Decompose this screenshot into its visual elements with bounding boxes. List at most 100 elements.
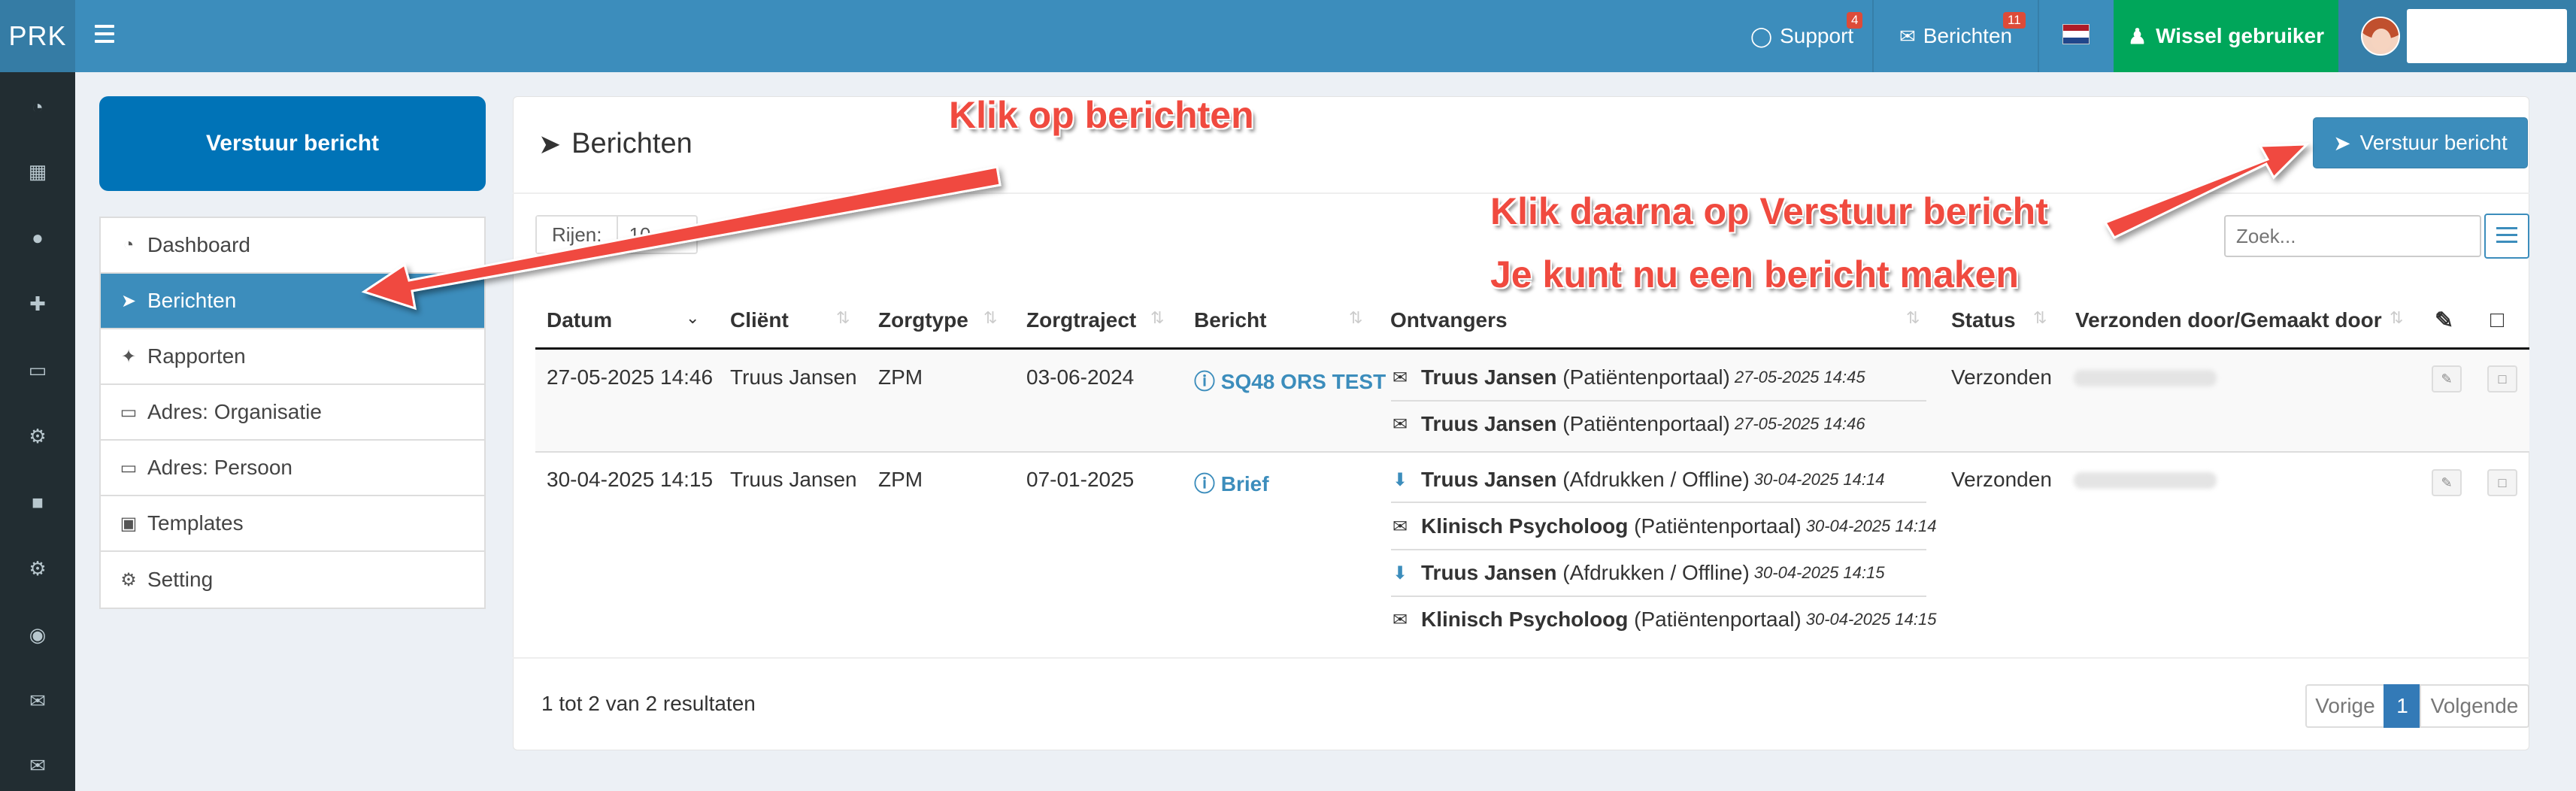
cell-client: Truus Jansen <box>730 365 857 389</box>
col-ontvangers[interactable]: Ontvangers <box>1390 293 1508 347</box>
support-badge: 4 <box>1847 12 1863 29</box>
rows-select[interactable]: 10 <box>618 217 696 253</box>
avatar[interactable] <box>2361 17 2400 56</box>
recipient-channel: (Afdrukken / Offline) <box>1562 561 1750 584</box>
menu-item-setting[interactable]: ⚙ Setting <box>101 552 484 608</box>
book-icon[interactable]: ▭ <box>0 355 75 385</box>
berichten-link[interactable]: ✉ Berichten <box>1899 0 2012 72</box>
berichten-badge: 11 <box>2003 12 2026 29</box>
gear-icon[interactable]: ⚙ <box>0 553 75 583</box>
edit-button[interactable]: ✎ <box>2432 469 2462 496</box>
col-bericht[interactable]: Bericht <box>1194 293 1266 347</box>
berichten-label: Berichten <box>1923 24 2013 47</box>
recipient-name: Klinisch Psycholoog <box>1421 514 1629 538</box>
bericht-link[interactable]: ⓘ Brief <box>1194 468 1269 498</box>
col-datum[interactable]: Datum <box>547 293 612 347</box>
rows-label: Rijen: <box>537 217 619 253</box>
dashboard-icon: ◔ <box>123 235 135 255</box>
annotation-text: Je kunt nu een bericht maken <box>1490 253 2019 295</box>
recipient-divider <box>1391 549 1926 550</box>
navbar-divider <box>1872 0 1874 72</box>
menu-item-adres-persoon[interactable]: ▭ Adres: Persoon <box>101 441 484 496</box>
row-divider <box>535 451 2529 453</box>
sort-icon[interactable]: ⇅ <box>836 308 850 328</box>
menu-item-dashboard[interactable]: ◔ Dashboard <box>101 218 484 274</box>
recipient-name: Truus Jansen <box>1421 468 1557 491</box>
col-verzonden-door[interactable]: Verzonden door/Gemaakt door <box>2075 293 2382 347</box>
sort-icon[interactable]: ⇅ <box>2033 308 2047 328</box>
envelope-icon[interactable]: ✉ <box>0 750 75 780</box>
sort-icon[interactable]: ⇅ <box>1349 308 1362 328</box>
verstuur-bericht-big-button[interactable]: Verstuur bericht <box>99 96 486 191</box>
calendar-icon[interactable]: ▦ <box>0 156 75 186</box>
sort-icon[interactable]: ⇅ <box>983 308 997 328</box>
envelope-icon: ✉ <box>1393 609 1408 630</box>
cell-datum: 30-04-2025 14:15 <box>547 468 714 491</box>
recipient-divider <box>1391 400 1926 402</box>
globe-icon[interactable]: ◉ <box>0 620 75 650</box>
trash-icon: □ <box>2490 308 2505 332</box>
medkit-icon[interactable]: ✚ <box>0 289 75 319</box>
truck-icon[interactable]: ■ <box>0 487 75 517</box>
support-link[interactable]: ◯ Support <box>1750 0 1853 72</box>
bericht-label: Brief <box>1220 472 1269 496</box>
col-zorgtype[interactable]: Zorgtype <box>878 293 968 347</box>
cogs-icon[interactable]: ⚙ <box>0 421 75 451</box>
support-label: Support <box>1780 24 1854 47</box>
delete-button[interactable]: □ <box>2487 365 2517 392</box>
recipient-time: 30-04-2025 14:14 <box>1753 470 1885 489</box>
page-title-text: Berichten <box>571 128 692 159</box>
recipient-item: ✉ Truus Jansen (Patiëntenportaal) 27-05-20… <box>1393 365 1865 389</box>
sort-icon[interactable]: ⇅ <box>2390 308 2403 328</box>
menu-label: Adres: Organisatie <box>147 400 322 423</box>
col-client[interactable]: Cliënt <box>730 293 789 347</box>
menu-item-adres-organisatie[interactable]: ▭ Adres: Organisatie <box>101 385 484 441</box>
col-status[interactable]: Status <box>1951 293 2016 347</box>
pagination-next[interactable]: Volgende <box>2420 684 2529 728</box>
paper-plane-icon: ➤ <box>2333 131 2351 155</box>
lifebuoy-icon: ◯ <box>1750 24 1773 47</box>
info-circle-icon: ⓘ <box>1194 472 1221 496</box>
cogs-icon: ⚙ <box>120 569 137 590</box>
envelope-icon[interactable]: ✉ <box>0 686 75 716</box>
dashboard-icon[interactable]: ◔ <box>0 92 75 122</box>
user-icon[interactable]: ● <box>0 223 75 253</box>
info-circle-icon: ⓘ <box>1194 370 1221 393</box>
menu-label: Dashboard <box>147 233 250 256</box>
sort-icon[interactable]: ⇅ <box>1150 308 1164 328</box>
col-zorgtraject[interactable]: Zorgtraject <box>1026 293 1136 347</box>
bericht-link[interactable]: ⓘ SQ48 ORS TEST <box>1194 365 1386 396</box>
annotation-text: Klik op berichten <box>949 94 1254 136</box>
rows-per-page[interactable]: Rijen: 10 <box>535 215 699 254</box>
menu-item-rapporten[interactable]: ✦ Rapporten <box>101 329 484 385</box>
menu-item-berichten[interactable]: ➤ Berichten <box>101 274 484 329</box>
sort-icon[interactable]: ⇅ <box>1906 308 1920 328</box>
recipient-name: Truus Jansen <box>1421 412 1557 435</box>
search-input[interactable] <box>2224 215 2481 257</box>
pencil-icon: ✎ <box>2435 308 2454 333</box>
wissel-label: Wissel gebruiker <box>2156 24 2324 47</box>
nl-flag-icon[interactable] <box>2062 24 2090 44</box>
cell-datum: 27-05-2025 14:46 <box>547 365 714 389</box>
app-logo[interactable]: PRK <box>0 0 75 72</box>
delete-button[interactable]: □ <box>2487 469 2517 496</box>
column-toggle-button[interactable] <box>2484 214 2529 259</box>
navbar-divider <box>2038 0 2039 72</box>
recipient-item: ✉ Klinisch Psycholoog (Patiëntenportaal) 3… <box>1393 514 1936 538</box>
cubes-icon: ▣ <box>120 513 138 534</box>
cell-zorgtype: ZPM <box>878 468 923 491</box>
menu-toggle-icon[interactable] <box>95 25 114 47</box>
pagination-page-1[interactable]: 1 <box>2384 684 2421 728</box>
recipient-channel: (Patiëntenportaal) <box>1562 365 1730 389</box>
sort-desc-icon[interactable]: ⌄ <box>686 308 699 328</box>
menu-item-templates[interactable]: ▣ Templates <box>101 496 484 552</box>
download-icon: ⬇ <box>1393 469 1408 490</box>
recipient-time: 30-04-2025 14:15 <box>1805 610 1937 629</box>
envelope-icon: ✉ <box>1393 414 1408 435</box>
edit-button[interactable]: ✎ <box>2432 365 2462 392</box>
wissel-gebruiker-button[interactable]: ♟ Wissel gebruiker <box>2114 0 2338 72</box>
user-secret-icon: ♟ <box>2128 24 2147 48</box>
pagination-prev[interactable]: Vorige <box>2305 684 2385 728</box>
verstuur-bericht-button[interactable]: ➤ Verstuur bericht <box>2313 117 2528 168</box>
envelope-icon: ✉ <box>1393 516 1408 537</box>
